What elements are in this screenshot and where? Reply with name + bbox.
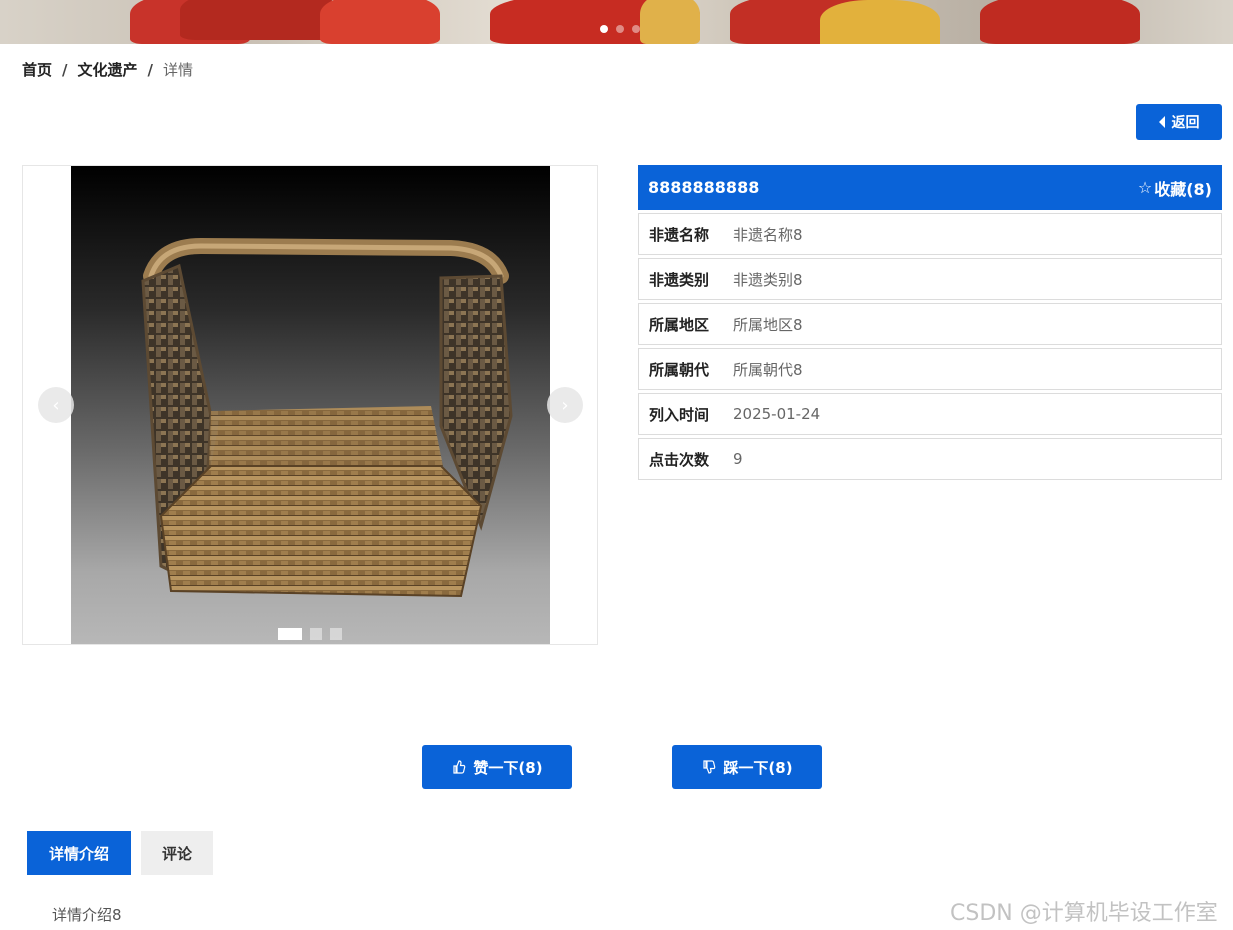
top-banner <box>0 0 1233 44</box>
info-label: 所属朝代 <box>649 360 710 379</box>
banner-figure <box>820 0 940 44</box>
info-row-region: 所属地区 所属地区8 <box>638 303 1222 345</box>
caret-left-icon <box>1158 116 1165 128</box>
info-label: 所属地区 <box>649 315 710 334</box>
carousel-indicator[interactable] <box>278 628 302 640</box>
thumbs-up-icon <box>453 760 466 774</box>
banner-figure <box>980 0 1140 44</box>
dislike-button[interactable]: 踩一下(8) <box>672 745 822 789</box>
heritage-title: 8888888888 <box>648 178 760 197</box>
star-outline-icon: ☆ <box>1137 178 1153 197</box>
info-value: 2025-01-24 <box>733 405 821 423</box>
info-row-dynasty: 所属朝代 所属朝代8 <box>638 348 1222 390</box>
image-carousel: ‹ › <box>22 165 598 645</box>
breadcrumb-current: 详情 <box>163 61 194 79</box>
info-label: 列入时间 <box>649 405 710 424</box>
breadcrumb-separator: / <box>147 60 153 79</box>
banner-dot[interactable] <box>632 25 640 33</box>
carousel-indicator[interactable] <box>310 628 322 640</box>
info-value: 所属朝代8 <box>733 360 803 379</box>
carousel-slide-image <box>71 166 550 644</box>
banner-dot[interactable] <box>616 25 624 33</box>
back-button[interactable]: 返回 <box>1136 104 1222 140</box>
like-button[interactable]: 赞一下(8) <box>422 745 572 789</box>
breadcrumb-home[interactable]: 首页 <box>22 59 52 80</box>
breadcrumb-section[interactable]: 文化遗产 <box>78 59 138 80</box>
banner-figure <box>320 0 440 44</box>
carousel-indicators <box>278 628 342 640</box>
info-label: 非遗类别 <box>649 270 710 289</box>
carousel-next-button[interactable]: › <box>547 387 583 423</box>
dislike-label: 踩一下(8) <box>723 758 793 777</box>
breadcrumb: 首页 / 文化遗产 / 详情 <box>22 59 193 80</box>
favorite-button[interactable]: ☆ 收藏(8) <box>1138 176 1212 200</box>
detail-content: 详情介绍8 <box>52 906 122 924</box>
thumbs-down-icon <box>703 760 716 774</box>
carousel-indicator[interactable] <box>330 628 342 640</box>
info-value: 9 <box>733 450 743 468</box>
info-label: 非遗名称 <box>649 225 710 244</box>
banner-dots <box>600 25 640 33</box>
tab-comments[interactable]: 评论 <box>141 831 213 875</box>
info-row-click-count: 点击次数 9 <box>638 438 1222 480</box>
info-value: 所属地区8 <box>733 315 803 334</box>
basket-image <box>141 237 513 598</box>
info-row-category: 非遗类别 非遗类别8 <box>638 258 1222 300</box>
heritage-info-panel: 8888888888 ☆ 收藏(8) 非遗名称 非遗名称8 非遗类别 非遗类别8… <box>638 165 1222 480</box>
banner-figure <box>640 0 700 44</box>
back-button-label: 返回 <box>1171 115 1200 131</box>
info-value: 非遗类别8 <box>733 270 803 289</box>
tab-detail[interactable]: 详情介绍 <box>27 831 131 875</box>
like-label: 赞一下(8) <box>473 758 543 777</box>
banner-figure <box>180 0 340 40</box>
carousel-prev-button[interactable]: ‹ <box>38 387 74 423</box>
info-row-listed-date: 列入时间 2025-01-24 <box>638 393 1222 435</box>
info-row-name: 非遗名称 非遗名称8 <box>638 213 1222 255</box>
breadcrumb-separator: / <box>62 60 68 79</box>
info-label: 点击次数 <box>649 450 710 469</box>
info-header: 8888888888 ☆ 收藏(8) <box>638 165 1222 210</box>
favorite-label: 收藏(8) <box>1154 179 1212 199</box>
watermark: CSDN @计算机毕设工作室 <box>950 901 1218 926</box>
banner-dot[interactable] <box>600 25 608 33</box>
info-value: 非遗名称8 <box>733 225 803 244</box>
